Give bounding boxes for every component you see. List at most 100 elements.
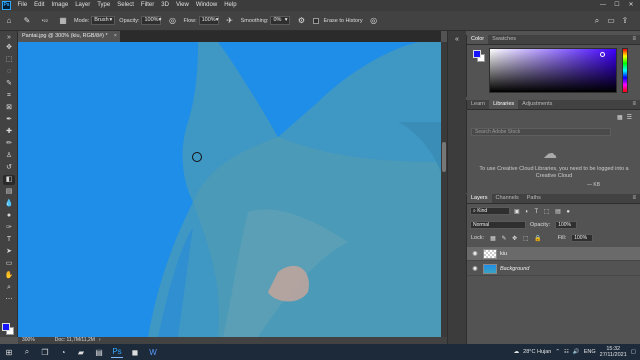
frame-tool-icon[interactable]: ⊠ (3, 103, 15, 113)
maximize-button[interactable]: ☐ (610, 0, 624, 11)
dodge-tool-icon[interactable]: ● (3, 211, 15, 221)
tab-paths[interactable]: Paths (523, 194, 545, 203)
eraser-tool-preset-icon[interactable]: ✎ (21, 15, 33, 27)
lasso-tool-icon[interactable]: ◌ (3, 67, 15, 77)
hand-tool-icon[interactable]: ✋ (3, 271, 15, 281)
brush-tool-icon[interactable]: ✏ (3, 139, 15, 149)
document-tab[interactable]: Pantai.jpg @ 300% (kiu, RGB/8#) * × (18, 31, 120, 42)
lock-icons[interactable]: ▦ ✎ ✥ ⬚ 🔒 (490, 235, 544, 242)
tab-libraries[interactable]: Libraries (489, 100, 519, 109)
tab-channels[interactable]: Channels (492, 194, 523, 203)
notification-icon[interactable]: ▢ (631, 349, 636, 355)
share-icon[interactable]: ⇪ (619, 15, 631, 27)
windows-start-icon[interactable]: ⊞ (3, 346, 15, 358)
menu-help[interactable]: Help (221, 0, 240, 11)
collapse-icon[interactable]: » (3, 33, 15, 43)
airbrush-icon[interactable]: ✈ (224, 15, 236, 27)
workspace-icon[interactable]: ▭ (605, 15, 617, 27)
close-button[interactable]: ✕ (624, 0, 638, 11)
menu-view[interactable]: View (172, 0, 192, 11)
menu-edit[interactable]: Edit (31, 0, 48, 11)
more-tools-icon[interactable]: ⋯ (3, 295, 15, 305)
smoothing-settings-icon[interactable]: ⚙ (295, 15, 307, 27)
scrollbar-thumb[interactable] (442, 142, 446, 172)
color-picker-field[interactable] (489, 48, 617, 93)
weather-icon[interactable]: ☁ (514, 349, 520, 355)
layer-row-background[interactable]: ◉ Background (467, 262, 640, 276)
list-view-icon[interactable]: ☰ (627, 114, 632, 121)
layer-row-kiu[interactable]: ◉ kiu (467, 247, 640, 261)
healing-brush-tool-icon[interactable]: ✚ (3, 127, 15, 137)
tab-layers[interactable]: Layers (467, 194, 492, 203)
photoshop-taskbar-icon[interactable]: Ps (111, 346, 123, 358)
smoothing-input[interactable]: 0% ▾ (270, 16, 291, 25)
path-selection-tool-icon[interactable]: ➤ (3, 247, 15, 257)
library-search-input[interactable]: Search Adobe Stock (471, 128, 611, 136)
hue-slider[interactable] (622, 48, 628, 93)
pen-tool-icon[interactable]: ✑ (3, 223, 15, 233)
marquee-tool-icon[interactable]: ⬚ (3, 55, 15, 65)
doc-info[interactable]: Doc: 11,7M/11,2M (55, 337, 95, 344)
network-icon[interactable]: ☷ (564, 349, 569, 355)
erase-to-history-checkbox[interactable] (313, 17, 320, 24)
volume-icon[interactable]: 🔊 (573, 349, 580, 355)
menu-window[interactable]: Window (192, 0, 220, 11)
panel-menu-icon[interactable]: ≡ (632, 194, 636, 203)
pressure-opacity-icon[interactable]: ◎ (166, 15, 178, 27)
tab-learn[interactable]: Learn (467, 100, 489, 109)
search-icon[interactable]: ⌕ (591, 15, 603, 27)
mode-select[interactable]: Brush ▾ (91, 16, 116, 25)
quick-selection-tool-icon[interactable]: ✎ (3, 79, 15, 89)
pressure-size-icon[interactable]: ◎ (368, 15, 380, 27)
tab-swatches[interactable]: Swatches (488, 35, 520, 44)
home-icon[interactable]: ⌂ (3, 15, 15, 27)
edge-icon[interactable]: ◔ (57, 346, 69, 358)
menu-type[interactable]: Type (94, 0, 114, 11)
document-canvas[interactable] (18, 42, 441, 337)
menu-3d[interactable]: 3D (158, 0, 173, 11)
menu-filter[interactable]: Filter (137, 0, 157, 11)
brush-settings-icon[interactable]: ▦ (57, 15, 69, 27)
eyedropper-tool-icon[interactable]: ✒ (3, 115, 15, 125)
panel-menu-icon[interactable]: ≡ (632, 100, 636, 109)
search-icon[interactable]: ⌕ (21, 346, 33, 358)
weather-text[interactable]: 28°C Hujan (523, 349, 551, 355)
menu-select[interactable]: Select (114, 0, 138, 11)
eye-icon[interactable]: ◉ (470, 250, 480, 257)
task-view-icon[interactable]: ❐ (39, 346, 51, 358)
gradient-tool-icon[interactable]: ▤ (3, 187, 15, 197)
grid-view-icon[interactable]: ▦ (617, 114, 623, 121)
minimize-button[interactable]: — (596, 0, 610, 11)
chevron-right-icon[interactable]: › (99, 337, 101, 344)
blend-mode-select[interactable]: Normal (470, 221, 526, 229)
move-tool-icon[interactable]: ✥ (3, 43, 15, 53)
foreground-color-swatch[interactable] (2, 323, 10, 331)
language-indicator[interactable]: ENG (584, 349, 596, 355)
layer-opacity-input[interactable]: 100% (555, 221, 578, 229)
menu-layer[interactable]: Layer (72, 0, 94, 11)
filter-type-icons[interactable]: ▣ ◐ T ⬚ ▤ ● (514, 208, 572, 215)
type-tool-icon[interactable]: T (3, 235, 15, 245)
zoom-level[interactable]: 300% (22, 337, 35, 344)
zoom-tool-icon[interactable]: ⌕ (3, 283, 15, 293)
menu-image[interactable]: Image (48, 0, 72, 11)
close-icon[interactable]: × (114, 31, 117, 42)
eraser-tool-icon[interactable]: ◧ (3, 175, 15, 185)
word-icon[interactable]: W (147, 346, 159, 358)
store-icon[interactable]: ▤ (93, 346, 105, 358)
flow-input[interactable]: 100% ▾ (198, 16, 219, 25)
history-brush-tool-icon[interactable]: ↺ (3, 163, 15, 173)
app-icon[interactable]: ◼ (129, 346, 141, 358)
tab-color[interactable]: Color (467, 35, 489, 44)
panel-menu-icon[interactable]: ≡ (632, 35, 636, 44)
tab-adjustments[interactable]: Adjustments (518, 100, 556, 109)
filter-kind-select[interactable]: ⌕ Kind (470, 207, 510, 215)
blur-tool-icon[interactable]: 💧 (3, 199, 15, 209)
brush-size-icon[interactable]: • 22 (39, 15, 51, 27)
clone-stamp-tool-icon[interactable]: ♙ (3, 151, 15, 161)
collapse-panels-icon[interactable]: « (451, 35, 463, 45)
foreground-color-chip[interactable] (473, 50, 481, 58)
menu-file[interactable]: File (14, 0, 31, 11)
opacity-input[interactable]: 100% ▾ (141, 16, 162, 25)
crop-tool-icon[interactable]: ⌗ (3, 91, 15, 101)
